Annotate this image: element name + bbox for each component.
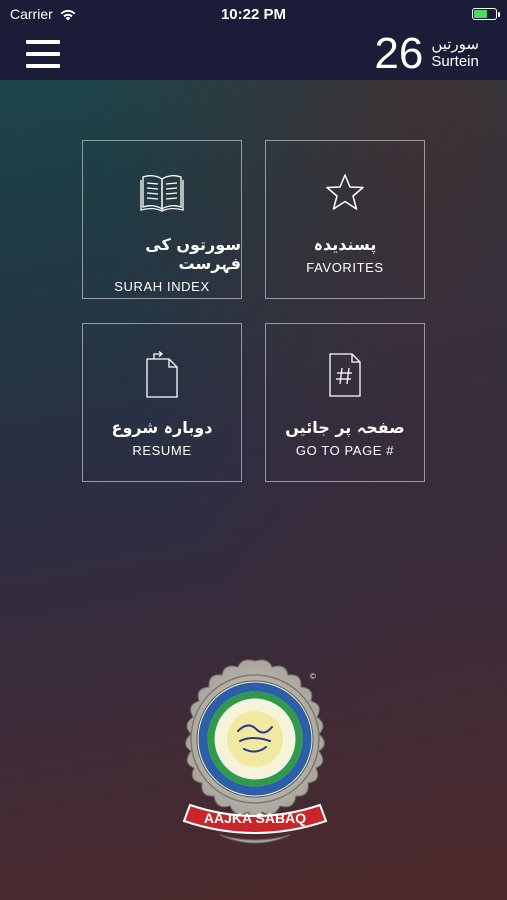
- favorites-button[interactable]: پسندیدہ FAVORITES: [265, 140, 425, 299]
- resume-label-urdu: دوبارہ شروع: [111, 418, 213, 437]
- battery-icon: [472, 8, 500, 20]
- status-left: Carrier: [10, 6, 77, 22]
- battery-level: [474, 10, 487, 18]
- surah-count: 26: [374, 29, 424, 78]
- go-to-page-button[interactable]: صفحہ پر جائیں GO TO PAGE #: [265, 323, 425, 482]
- resume-button[interactable]: دوبارہ شروع RESUME: [82, 323, 242, 482]
- go-to-page-label: GO TO PAGE #: [295, 443, 395, 458]
- carrier-label: Carrier: [10, 6, 53, 22]
- hamburger-menu-icon[interactable]: [26, 40, 60, 68]
- seal-banner: AAJKA SABAQ: [182, 803, 328, 834]
- go-to-page-label-urdu: صفحہ پر جائیں: [285, 418, 405, 437]
- surah-count-labels: سورتیں Surtein: [431, 35, 479, 72]
- svg-text:©: ©: [310, 672, 316, 681]
- wifi-icon: [60, 9, 76, 20]
- open-book-icon: [139, 169, 185, 215]
- star-icon: [325, 169, 365, 215]
- surah-count-label-urdu: سورتیں: [431, 35, 479, 53]
- surah-index-button[interactable]: سورتوں کی فہرست SURAH INDEX: [82, 140, 242, 299]
- app-header: 26 سورتیں Surtein: [0, 28, 507, 80]
- surah-count-label-en: Surtein: [431, 53, 479, 71]
- svg-text:AAJKA SABAQ: AAJKA SABAQ: [204, 810, 306, 826]
- resume-label: RESUME: [132, 443, 192, 458]
- surah-index-label: SURAH INDEX: [114, 279, 210, 294]
- favorites-label-urdu: پسندیدہ: [313, 235, 377, 254]
- surah-counter: 26 سورتیں Surtein: [374, 32, 479, 76]
- status-bar: Carrier 10:22 PM: [0, 0, 507, 28]
- resume-document-icon: [145, 351, 179, 398]
- aajka-sabaq-logo: AAJKA SABAQ ©: [160, 655, 350, 855]
- favorites-label: FAVORITES: [306, 260, 384, 275]
- surah-index-label-urdu: سورتوں کی فہرست: [145, 235, 241, 273]
- hash-document-icon: [328, 352, 362, 398]
